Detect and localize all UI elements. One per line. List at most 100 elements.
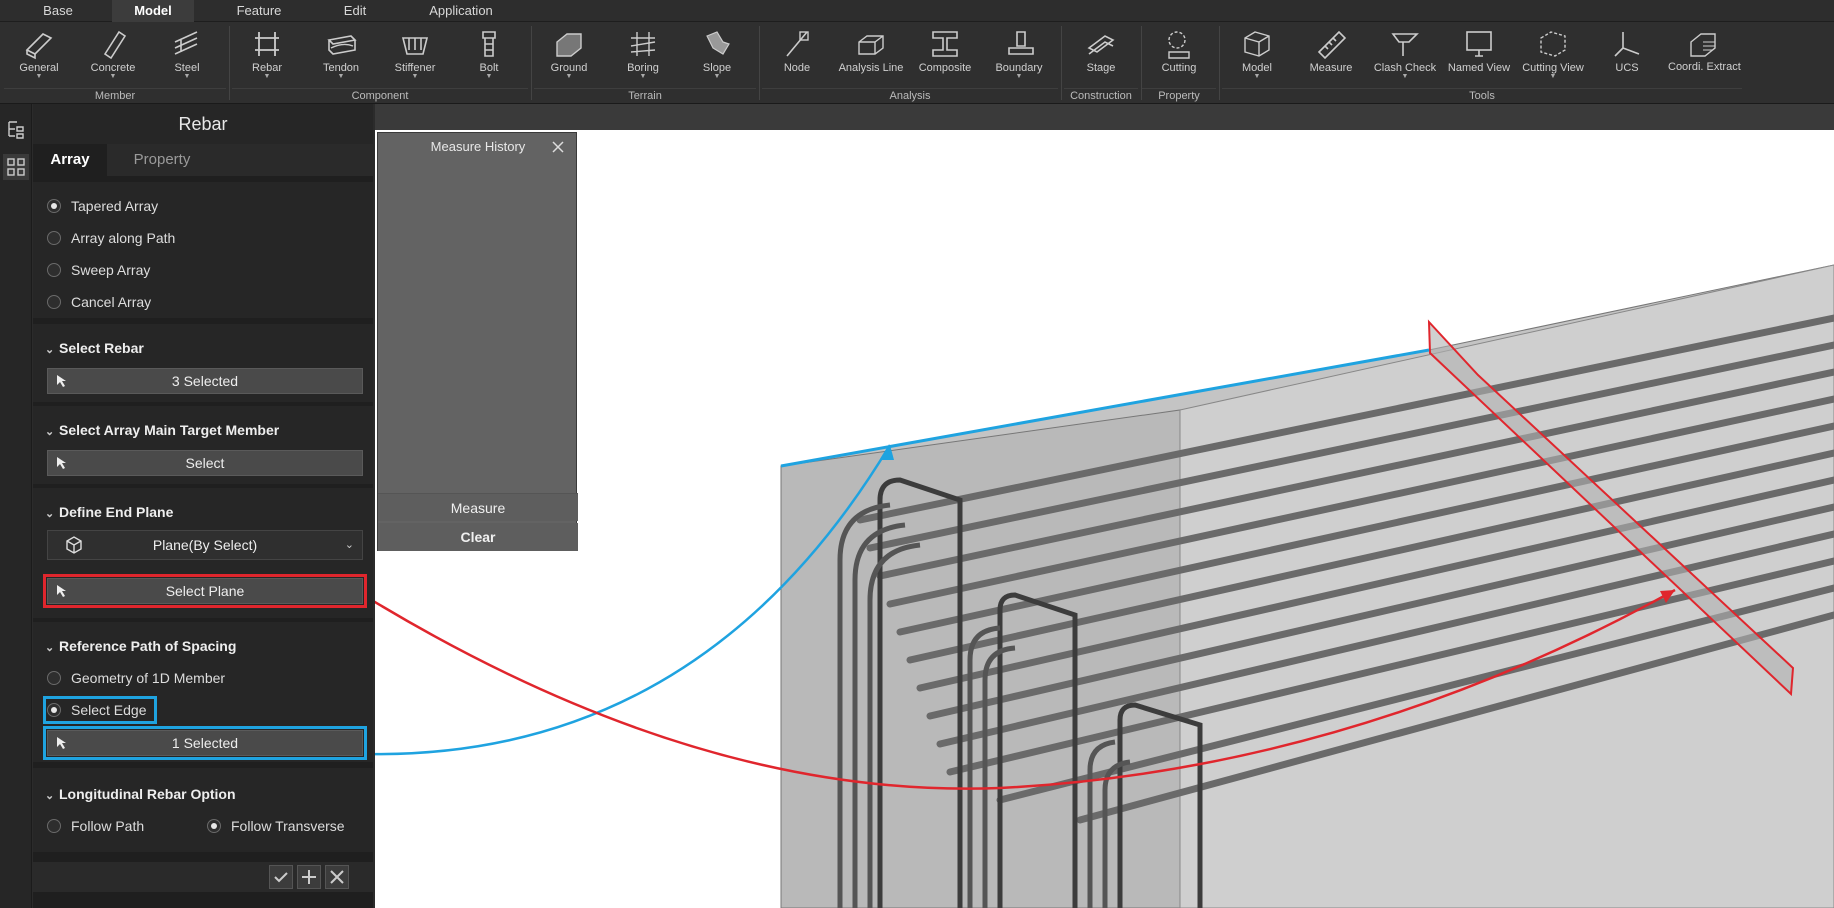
measure-button[interactable]: Measure: [378, 493, 578, 521]
select-target-heading[interactable]: ⌄ Select Array Main Target Member: [45, 420, 279, 440]
panel-tabs: Array Property: [33, 144, 373, 176]
tendon-icon: [327, 35, 357, 55]
cancel-button[interactable]: [325, 865, 349, 889]
clash-check-icon: [1391, 33, 1419, 56]
select-rebar-button[interactable]: 3 Selected: [47, 368, 363, 394]
tool-concrete[interactable]: Concrete ▼: [78, 26, 148, 90]
panel-title: Rebar: [33, 104, 373, 144]
button-label: Select: [185, 455, 225, 471]
longitudinal-option-section: ⌄ Longitudinal Rebar Option Follow Path F…: [33, 768, 373, 852]
radio-unchecked-icon: [47, 671, 61, 686]
check-icon: [274, 872, 288, 883]
tool-measure[interactable]: Measure: [1296, 26, 1366, 90]
tool-cutting-view[interactable]: Cutting View ▼: [1518, 26, 1588, 90]
tool-rebar[interactable]: Rebar ▼: [232, 26, 302, 90]
plane-method-dropdown[interactable]: Plane(By Select) ⌄: [47, 530, 363, 560]
heading-label: Reference Path of Spacing: [59, 638, 237, 654]
tool-tendon[interactable]: Tendon ▼: [306, 26, 376, 90]
add-button[interactable]: [297, 865, 321, 889]
cursor-icon: [57, 737, 66, 749]
radio-label: Array along Path: [71, 230, 176, 246]
radio-follow-path[interactable]: Follow Path: [47, 816, 144, 836]
select-plane-button[interactable]: Select Plane: [43, 574, 367, 608]
longitudinal-option-heading[interactable]: ⌄ Longitudinal Rebar Option: [45, 784, 236, 804]
select-target-button[interactable]: Select: [47, 450, 363, 476]
steel-icon: [174, 31, 198, 55]
close-icon: [330, 870, 344, 884]
menu-model[interactable]: Model: [112, 0, 194, 22]
radio-label: Select Edge: [71, 702, 147, 718]
tool-named-view[interactable]: Named View: [1444, 26, 1514, 90]
ref-path-section: ⌄ Reference Path of Spacing Geometry of 1…: [33, 622, 373, 762]
slope-icon: [706, 31, 730, 55]
array-type-section: Tapered Array Array along Path Sweep Arr…: [33, 182, 373, 318]
cursor-icon: [57, 457, 66, 469]
tool-node[interactable]: Node: [762, 26, 832, 90]
menu-edit[interactable]: Edit: [318, 0, 392, 22]
group-label-analysis: Analysis: [762, 88, 1058, 102]
radio-array-along-path[interactable]: Array along Path: [47, 228, 175, 248]
tool-ucs[interactable]: UCS: [1592, 26, 1662, 90]
heading-label: Select Array Main Target Member: [59, 422, 280, 438]
radio-label: Follow Path: [71, 818, 145, 834]
chevron-down-icon: ⌄: [45, 508, 55, 520]
tool-stiffener[interactable]: Stiffener ▼: [380, 26, 450, 90]
radio-label: Tapered Array: [71, 198, 159, 214]
group-label-construction: Construction: [1064, 88, 1138, 102]
stiffener-icon: [401, 37, 429, 55]
select-rebar-section: ⌄ Select Rebar 3 Selected: [33, 324, 373, 402]
tool-cutting[interactable]: Cutting: [1144, 26, 1214, 90]
radio-cancel-array[interactable]: Cancel Array: [47, 292, 151, 312]
tool-model[interactable]: Model ▼: [1222, 26, 1292, 90]
heading-label: Define End Plane: [59, 504, 174, 520]
model-viewport[interactable]: [375, 104, 1834, 908]
select-edge-button[interactable]: 1 Selected: [43, 726, 367, 760]
measure-history-title: Measure History: [430, 139, 526, 154]
tool-boundary[interactable]: Boundary ▼: [984, 26, 1054, 90]
cursor-icon: [57, 585, 66, 597]
tool-stage[interactable]: Stage: [1066, 26, 1136, 90]
group-divider: [759, 26, 760, 100]
radio-sweep-array[interactable]: Sweep Array: [47, 260, 150, 280]
menu-application[interactable]: Application: [418, 0, 504, 22]
tool-analysis-line[interactable]: Analysis Line: [836, 26, 906, 90]
measure-history-panel: Measure History Measure Clear: [377, 132, 578, 551]
tool-steel[interactable]: Steel ▼: [152, 26, 222, 90]
radio-select-edge[interactable]: Select Edge: [43, 696, 157, 724]
tool-composite[interactable]: Composite: [910, 26, 980, 90]
tool-coordi-extract[interactable]: Coordi. Extract: [1668, 26, 1741, 90]
group-divider: [1219, 26, 1220, 100]
apply-button[interactable]: [269, 865, 293, 889]
tool-clash-check[interactable]: Clash Check ▼: [1370, 26, 1440, 90]
rebar-panel: Rebar Array Property Tapered Array Array…: [33, 104, 373, 908]
button-label: 1 Selected: [171, 735, 239, 751]
tab-property[interactable]: Property: [117, 144, 207, 176]
tool-boring[interactable]: Boring ▼: [608, 26, 678, 90]
heading-label: Select Rebar: [59, 340, 144, 356]
close-icon[interactable]: [550, 139, 566, 155]
stage-icon: [1087, 35, 1115, 55]
menu-feature[interactable]: Feature: [222, 0, 296, 22]
tool-bolt[interactable]: Bolt ▼: [454, 26, 524, 90]
grid-panel-icon[interactable]: [3, 154, 29, 180]
node-icon: [786, 31, 809, 57]
tree-view-icon[interactable]: [3, 116, 29, 142]
radio-follow-transverse[interactable]: Follow Transverse: [207, 816, 345, 836]
tool-general[interactable]: General ▼: [4, 26, 74, 90]
radio-label: Follow Transverse: [231, 818, 345, 834]
cursor-icon: [57, 375, 66, 387]
model-3d-view[interactable]: [375, 104, 1834, 908]
chevron-down-icon: ⌄: [45, 790, 55, 802]
radio-geometry-1d-member[interactable]: Geometry of 1D Member: [47, 668, 225, 688]
select-rebar-heading[interactable]: ⌄ Select Rebar: [45, 338, 144, 358]
clear-button[interactable]: Clear: [378, 523, 578, 551]
chevron-down-icon: ⌄: [45, 426, 55, 438]
tab-array[interactable]: Array: [33, 144, 107, 176]
ref-path-heading[interactable]: ⌄ Reference Path of Spacing: [45, 636, 236, 656]
group-divider: [229, 26, 230, 100]
end-plane-heading[interactable]: ⌄ Define End Plane: [45, 502, 173, 522]
tool-ground[interactable]: Ground ▼: [534, 26, 604, 90]
radio-tapered-array[interactable]: Tapered Array: [47, 196, 158, 216]
tool-slope[interactable]: Slope ▼: [682, 26, 752, 90]
menu-base[interactable]: Base: [24, 0, 92, 22]
